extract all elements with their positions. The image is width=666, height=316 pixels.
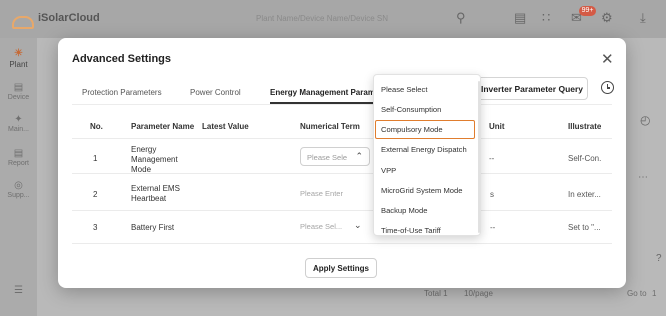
support-icon: ◎ — [14, 180, 23, 191]
modal-title: Advanced Settings — [72, 53, 172, 65]
download-icon[interactable]: ⤓ — [640, 10, 646, 26]
sidebar-item-label: Device — [7, 94, 30, 101]
option-external-energy-dispatch[interactable]: External Energy Dispatch — [375, 140, 475, 159]
column-header-numerical-term: Numerical Term — [300, 122, 360, 131]
plant-icon: ☀ — [14, 48, 23, 59]
logo-icon — [12, 10, 34, 29]
message-count-badge: 99+ — [579, 6, 596, 16]
option-please-select[interactable]: Please Select — [375, 80, 475, 99]
more-icon[interactable]: ⋯ — [638, 172, 648, 183]
clock-icon[interactable]: ◴ — [640, 113, 650, 127]
unit-value: -- — [489, 154, 495, 163]
chat-icon[interactable]: ▤ — [514, 10, 526, 26]
parameter-name: External EMS Heartbeat — [131, 184, 180, 203]
settings-icon[interactable]: ⚙ — [601, 10, 613, 26]
tab-divider — [72, 104, 612, 105]
external-ems-heartbeat-input[interactable]: Please Enter — [294, 184, 366, 203]
option-compulsory-mode[interactable]: Compulsory Mode — [375, 120, 475, 139]
row-divider — [72, 243, 612, 244]
tab-power-control[interactable]: Power Control — [190, 88, 241, 97]
energy-management-mode-dropdown: Please Select Self-Consumption Compulsor… — [373, 74, 481, 236]
row-number: 1 — [93, 154, 98, 163]
row-divider — [72, 173, 612, 174]
page-size-select[interactable]: 10/page — [464, 289, 493, 298]
option-self-consumption[interactable]: Self-Consumption — [375, 100, 475, 119]
apps-grid-icon[interactable]: ∷ — [542, 10, 550, 26]
option-microgrid-system-mode[interactable]: MicroGrid System Mode — [375, 181, 475, 200]
collapse-menu-icon[interactable]: ☰ — [0, 285, 37, 297]
illustrate-value: In exter... — [568, 190, 601, 199]
sidebar: ☀ Plant ▤ Device ✦ Main... ▤ Report ◎ Su… — [0, 38, 37, 316]
advanced-settings-modal: Advanced Settings ✕ Protection Parameter… — [58, 38, 626, 288]
maintenance-icon: ✦ — [14, 114, 23, 125]
top-bar: iSolarCloud Plant Name/Device Name/Devic… — [0, 0, 666, 38]
tab-protection-parameters[interactable]: Protection Parameters — [82, 88, 162, 97]
illustrate-value: Self-Con. — [568, 154, 602, 163]
parameter-name: Battery First — [131, 223, 175, 232]
pagination-total: Total 1 — [424, 289, 448, 298]
goto-label: Go to — [627, 289, 647, 298]
unit-value: s — [490, 190, 494, 199]
sidebar-item-plant[interactable]: ☀ Plant — [0, 48, 37, 69]
search-input[interactable]: Plant Name/Device Name/Device SN — [256, 14, 388, 23]
tab-energy-management-parameters[interactable]: Energy Management Param — [270, 88, 375, 97]
illustrate-value: Set to "... — [568, 223, 601, 232]
sidebar-item-maintenance[interactable]: ✦ Main... — [0, 114, 37, 133]
column-header-parameter-name: Parameter Name — [131, 122, 195, 131]
chevron-up-icon: ⌃ — [355, 151, 363, 161]
column-header-no: No. — [90, 122, 103, 131]
parameter-name: Energy Management Mode — [131, 145, 178, 174]
help-icon[interactable]: ? — [656, 253, 662, 264]
column-header-illustrate: Illustrate — [568, 122, 602, 131]
option-vpp[interactable]: VPP — [375, 161, 475, 180]
input-placeholder: Please Enter — [300, 189, 343, 198]
row-number: 3 — [93, 223, 98, 232]
sidebar-item-device[interactable]: ▤ Device — [0, 82, 37, 101]
goto-page-input[interactable]: 1 — [652, 289, 656, 298]
option-time-of-use-tariff[interactable]: Time-of-Use Tariff — [375, 221, 475, 235]
column-header-unit: Unit — [489, 122, 505, 131]
inverter-parameter-query-button[interactable]: Inverter Parameter Query — [476, 77, 588, 100]
select-placeholder: Please Sel... — [300, 222, 343, 231]
table-header-divider — [72, 138, 612, 139]
sidebar-item-label: Plant — [9, 60, 28, 69]
unit-value: -- — [490, 223, 496, 232]
dropdown-scrollbar[interactable] — [478, 81, 480, 233]
sidebar-item-support[interactable]: ◎ Supp... — [0, 180, 37, 199]
energy-management-mode-select[interactable]: Please Sele ⌃ — [300, 147, 370, 166]
brand-name: iSolarCloud — [38, 12, 100, 24]
row-number: 2 — [93, 190, 98, 199]
apply-settings-button[interactable]: Apply Settings — [305, 258, 377, 278]
search-icon[interactable]: ⚲ — [456, 10, 466, 26]
select-placeholder: Please Sele — [307, 153, 348, 162]
report-icon: ▤ — [13, 148, 24, 159]
history-icon[interactable] — [601, 81, 614, 94]
option-backup-mode[interactable]: Backup Mode — [375, 201, 475, 220]
sidebar-item-label: Report — [7, 160, 29, 167]
chevron-down-icon: ⌄ — [354, 220, 362, 230]
sidebar-item-label: Supp... — [7, 192, 30, 199]
device-icon: ▤ — [13, 82, 24, 93]
sidebar-item-report[interactable]: ▤ Report — [0, 148, 37, 167]
row-divider — [72, 210, 612, 211]
close-icon[interactable]: ✕ — [601, 50, 614, 68]
active-tab-indicator — [270, 102, 378, 104]
sidebar-item-label: Main... — [7, 126, 29, 133]
battery-first-select[interactable]: Please Sel... ⌄ — [294, 217, 366, 236]
column-header-latest-value: Latest Value — [202, 122, 249, 131]
